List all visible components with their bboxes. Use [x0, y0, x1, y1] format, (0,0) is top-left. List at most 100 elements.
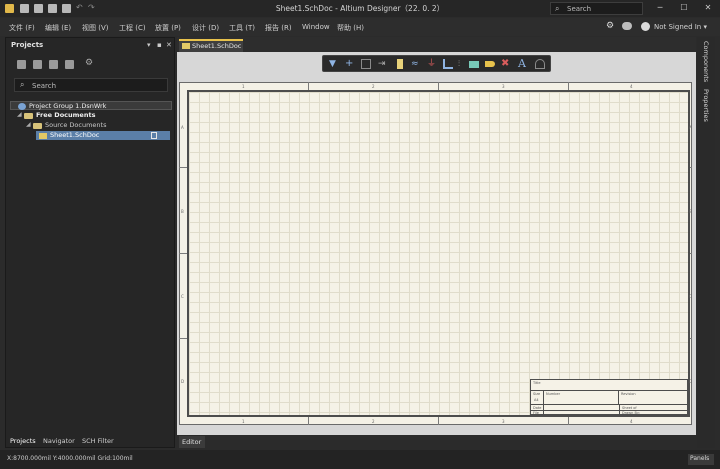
zone-label: 4: [630, 84, 633, 89]
tree-item-source-documents[interactable]: ◢ Source Documents: [10, 121, 172, 130]
compile-icon[interactable]: [33, 60, 42, 69]
gear-icon[interactable]: ⚙: [606, 21, 614, 31]
zone-divider: [690, 253, 692, 254]
align-icon[interactable]: [397, 59, 403, 69]
tab-sch-filter[interactable]: SCH Filter: [82, 437, 114, 445]
menu-tools[interactable]: 工具 (T): [229, 23, 255, 33]
file-label: File: [533, 411, 539, 415]
zone-label: 2: [372, 419, 375, 424]
minimize-button[interactable]: ─: [653, 2, 667, 14]
projects-panel: Projects ▾ ▪ ✕ ⚙ ⌕ Search Project Group …: [5, 37, 175, 448]
rect-select-icon[interactable]: [361, 59, 371, 69]
title-block-line: [543, 390, 544, 415]
menu-reports[interactable]: 报告 (R): [265, 23, 292, 33]
filter-icon[interactable]: ▼: [329, 59, 339, 69]
panels-button[interactable]: Panels: [688, 454, 714, 465]
document-status-icon: [151, 132, 157, 139]
panel-bottom-tabs: Projects Navigator SCH Filter: [5, 436, 175, 448]
tab-projects[interactable]: Projects: [10, 437, 36, 445]
sheet-label: Sheet of: [622, 406, 637, 410]
account-label: Not Signed In: [654, 23, 702, 31]
bus-icon[interactable]: [443, 59, 453, 69]
number-label: Number: [546, 392, 561, 396]
project-options-icon[interactable]: [65, 60, 74, 69]
menu-view[interactable]: 视图 (V): [82, 23, 108, 33]
zone-divider: [308, 417, 309, 425]
properties-panel-tab[interactable]: Properties: [702, 89, 710, 122]
zone-divider: [568, 417, 569, 425]
title-block-line: [619, 404, 620, 415]
document-tab[interactable]: Sheet1.SchDoc: [179, 39, 243, 52]
power-port-icon[interactable]: ⏚: [427, 59, 437, 69]
menu-project[interactable]: 工程 (C): [119, 23, 146, 33]
account-menu[interactable]: Not Signed In ▾: [654, 23, 707, 31]
move-icon[interactable]: ⇥: [378, 59, 388, 69]
menu-file[interactable]: 文件 (F): [9, 23, 35, 33]
close-button[interactable]: ✕: [701, 2, 715, 14]
panel-close-icon[interactable]: ✕: [166, 41, 172, 49]
tree-item-project-group[interactable]: Project Group 1.DsnWrk: [10, 101, 172, 110]
project-search-input[interactable]: ⌕ Search: [14, 78, 168, 92]
menu-window[interactable]: Window: [302, 23, 330, 31]
panel-menu-icon[interactable]: ▾: [147, 41, 151, 49]
menu-design[interactable]: 设计 (D): [192, 23, 219, 33]
zone-divider: [690, 167, 692, 168]
title-label: Title: [533, 381, 541, 385]
zone-label: D: [181, 379, 185, 384]
expand-icon[interactable]: ◢: [26, 121, 31, 128]
text-icon[interactable]: A: [518, 58, 528, 69]
zone-divider: [308, 82, 309, 90]
active-bar-toolbar: ▼ + ⇥ ≈ ⏚ ⫶ ✖ A: [322, 55, 551, 72]
search-placeholder: Search: [567, 5, 592, 13]
expand-icon[interactable]: ◢: [17, 111, 22, 118]
global-search-input[interactable]: ⌕ Search: [550, 2, 643, 15]
search-placeholder: Search: [32, 82, 57, 90]
title-block-line: [531, 410, 688, 411]
menu-place[interactable]: 放置 (P): [155, 23, 181, 33]
settings-icon[interactable]: ⚙: [85, 58, 93, 68]
arc-icon[interactable]: [535, 59, 545, 69]
wire-icon[interactable]: ≈: [411, 59, 421, 69]
cloud-icon[interactable]: [622, 22, 632, 30]
zone-divider: [690, 338, 692, 339]
pin-icon[interactable]: ▪: [157, 41, 162, 49]
zone-label: 2: [372, 84, 375, 89]
drawn-by-label: Drawn By:: [622, 411, 640, 415]
component-icon[interactable]: [469, 61, 479, 68]
tree-item-sheet1[interactable]: Sheet1.SchDoc: [36, 131, 170, 140]
save-project-icon[interactable]: [17, 60, 26, 69]
zone-divider: [179, 253, 187, 254]
no-erc-icon[interactable]: ✖: [501, 59, 511, 69]
date-label: Date: [533, 406, 542, 410]
schematic-doc-icon: [182, 43, 190, 49]
zone-label: A: [689, 125, 692, 130]
zone-label: C: [181, 294, 184, 299]
maximize-button[interactable]: ☐: [677, 2, 691, 14]
zone-label: C: [689, 294, 692, 299]
zone-label: 1: [242, 419, 245, 424]
port-icon[interactable]: [485, 61, 495, 67]
right-dock: Components Properties: [697, 37, 715, 448]
zone-label: B: [181, 209, 184, 214]
components-panel-tab[interactable]: Components: [702, 41, 710, 82]
chevron-down-icon: ▾: [703, 23, 707, 31]
add-document-icon[interactable]: [49, 60, 58, 69]
menu-edit[interactable]: 编辑 (E): [45, 23, 71, 33]
sheet-drawing-area[interactable]: [187, 90, 690, 417]
title-block: Title Size A4 Number Revision Date File …: [530, 379, 688, 415]
user-avatar-icon[interactable]: [641, 22, 650, 31]
zone-divider: [568, 82, 569, 90]
tree-item-free-documents[interactable]: ◢ Free Documents: [10, 111, 172, 120]
tree-label: Free Documents: [36, 111, 96, 119]
editor-tab[interactable]: Editor: [179, 436, 205, 448]
cross-icon[interactable]: +: [345, 59, 355, 69]
document-tab-bar: Sheet1.SchDoc: [177, 37, 696, 52]
zone-divider: [179, 167, 187, 168]
search-icon: ⌕: [555, 4, 560, 13]
tree-label: Project Group 1.DsnWrk: [29, 102, 107, 110]
tab-navigator[interactable]: Navigator: [43, 437, 75, 445]
menu-help[interactable]: 帮助 (H): [337, 23, 364, 33]
zone-divider: [438, 417, 439, 425]
folder-icon: [24, 113, 33, 119]
net-label-icon[interactable]: ⫶: [458, 59, 468, 69]
